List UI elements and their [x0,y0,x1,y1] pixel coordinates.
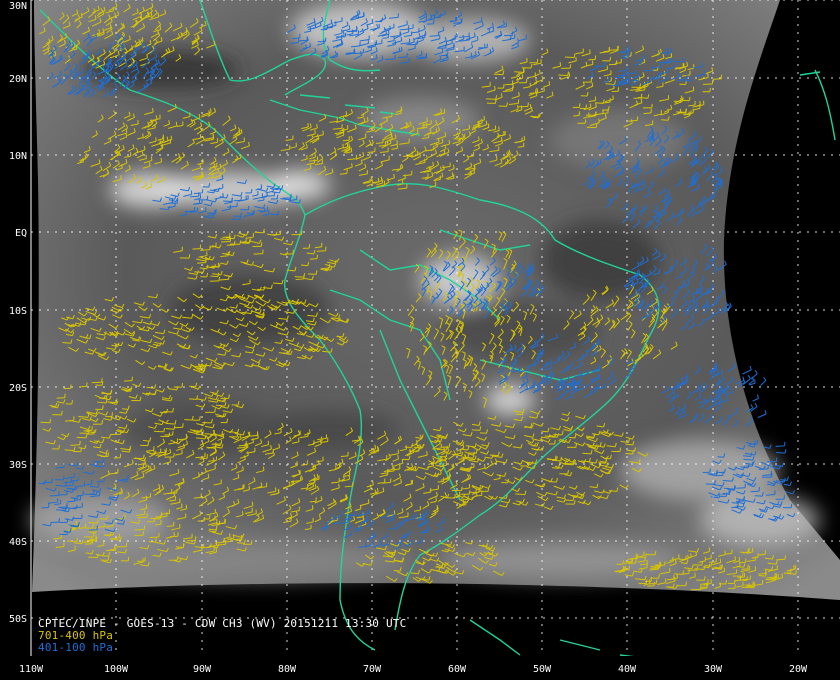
lon-label: 30W [704,664,723,675]
wind-barb-icon [760,376,767,386]
lon-label: 20W [789,664,808,675]
coastline-segment [799,69,836,141]
lat-label: 30S [9,460,27,471]
coastline-segment [469,619,521,656]
cloud-blob [700,495,820,545]
lon-label: 70W [363,664,382,675]
legend-401-100: 401-100 hPa [38,641,114,654]
cloud-blob [360,98,480,142]
wind-barb-icon [780,476,789,481]
cloud-blob [110,172,190,208]
wind-barb-icon [776,449,787,454]
wind-barb-icon [742,365,752,375]
lat-label: 40S [9,537,27,548]
lon-label: 50W [533,664,552,675]
wind-barb-icon [783,481,792,486]
wind-barb-icon [742,375,751,386]
lon-label: 60W [448,664,467,675]
cloud-blob [90,540,410,580]
satellite-map: 30N 20N 10N EQ 10S 20S 30S 40S 50S 110W 100W 90W 80… [0,0,840,680]
lat-label: 50S [9,614,27,625]
cloud-blob [440,542,680,578]
map-canvas: 30N 20N 10N EQ 10S 20S 30S 40S 50S 110W 100W 90W 80… [0,0,840,680]
cloud-blob [170,275,330,345]
wind-barb-icon [785,490,795,495]
cloud-blob [270,170,330,200]
lat-label: 10N [9,151,27,162]
lat-label: 10S [9,306,27,317]
lon-label: 110W [19,664,44,675]
wind-barb-icon [775,441,786,447]
lon-label: 40W [618,664,637,675]
latitude-labels: 30N 20N 10N EQ 10S 20S 30S 40S 50S [9,1,27,625]
lat-label: 20S [9,383,27,394]
wind-barb-icon [752,394,759,402]
lon-label: 90W [193,664,212,675]
lat-label: EQ [15,228,27,239]
lat-label: 20N [9,74,27,85]
lon-label: 80W [278,664,297,675]
lat-label: 30N [9,1,27,12]
wind-barb-icon [757,410,767,419]
lon-label: 100W [104,664,129,675]
